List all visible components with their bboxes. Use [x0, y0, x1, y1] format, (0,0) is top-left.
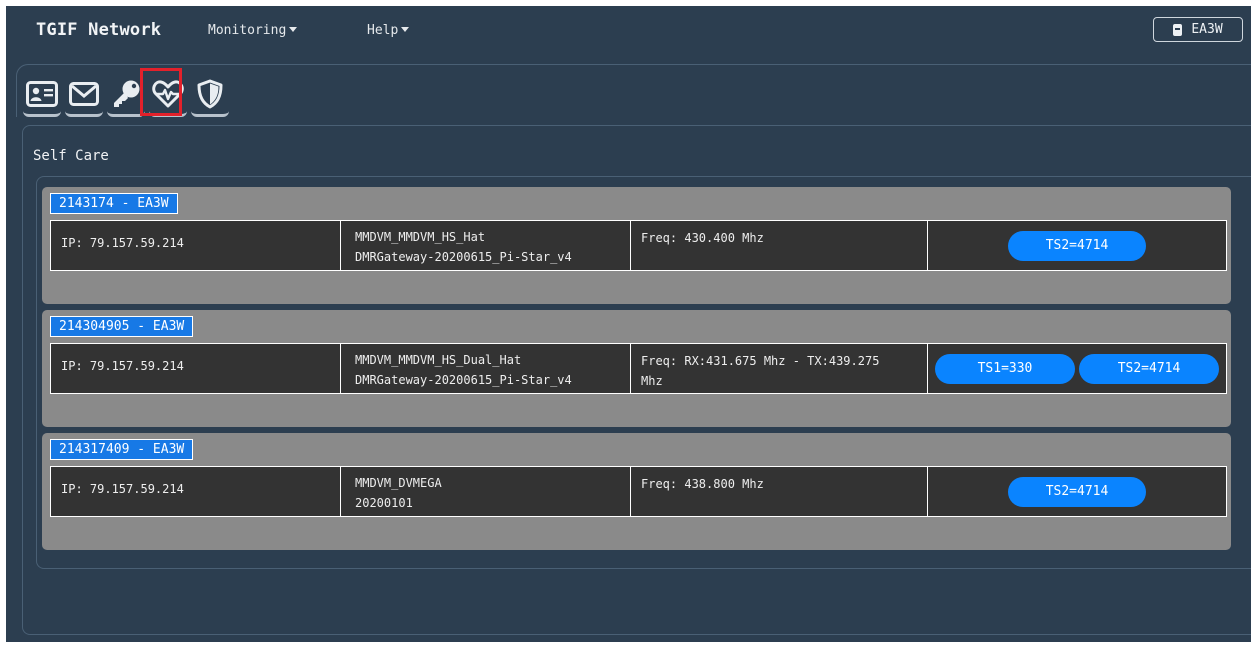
- hotspot-model-cell: MMDVM_MMDVM_HS_Dual_Hat DMRGateway-20200…: [341, 344, 631, 393]
- envelope-icon: [69, 81, 99, 106]
- hotspot-frequency: Freq: 430.400 Mhz: [641, 231, 764, 245]
- tab-self-care[interactable]: [149, 73, 187, 117]
- tab-security[interactable]: [191, 73, 229, 117]
- tab-keys[interactable]: [107, 73, 145, 117]
- hotspot-talkgroups-cell: TS2=4714: [928, 221, 1226, 270]
- user-badge-icon: [1173, 23, 1183, 36]
- brand-title[interactable]: TGIF Network: [36, 20, 161, 40]
- hotspot-firmware: DMRGateway-20200615_Pi-Star_v4: [355, 373, 572, 387]
- talkgroup-button[interactable]: TS2=4714: [1079, 353, 1219, 384]
- menu-help-label: Help: [367, 23, 399, 38]
- tab-messages[interactable]: [65, 73, 103, 117]
- section-title: Self Care: [33, 148, 109, 164]
- hotspot-ip: IP: 79.157.59.214: [51, 467, 341, 516]
- shield-icon: [197, 79, 223, 108]
- user-callsign: EA3W: [1191, 22, 1223, 37]
- id-card-icon: [26, 80, 58, 107]
- hotspot-frequency: Freq: RX:431.675 Mhz - TX:439.275: [641, 354, 880, 368]
- menu-monitoring[interactable]: Monitoring: [208, 23, 298, 38]
- menu-monitoring-label: Monitoring: [208, 23, 287, 38]
- hotspot-id-tag[interactable]: 2143174 - EA3W: [50, 193, 178, 214]
- hotspot-model-cell: MMDVM_DVMEGA 20200101: [341, 467, 631, 516]
- hotspot-frequency: Freq: 438.800 Mhz: [641, 477, 764, 491]
- talkgroup-button[interactable]: TS2=4714: [1008, 476, 1146, 507]
- chevron-down-icon: [289, 27, 298, 32]
- hotspot-id-tag[interactable]: 214317409 - EA3W: [50, 439, 194, 460]
- app-window: TGIF Network Monitoring Help EA3W Self C…: [6, 6, 1251, 642]
- hotspot-model: MMDVM_MMDVM_HS_Hat: [355, 230, 486, 244]
- hotspot-talkgroups-cell: TS2=4714: [928, 467, 1226, 516]
- hotspot-id-tag[interactable]: 214304905 - EA3W: [50, 316, 194, 337]
- talkgroup-button[interactable]: TS1=330: [935, 353, 1075, 384]
- hotspot-firmware: DMRGateway-20200615_Pi-Star_v4: [355, 250, 572, 264]
- hotspot-model: MMDVM_MMDVM_HS_Dual_Hat: [355, 353, 522, 367]
- hotspot-freq-cell: Freq: 438.800 Mhz: [631, 467, 928, 516]
- tab-icon-bar: [16, 64, 1251, 117]
- hotspot-model-cell: MMDVM_MMDVM_HS_Hat DMRGateway-20200615_P…: [341, 221, 631, 270]
- hotspot-firmware: 20200101: [355, 496, 413, 510]
- navbar: TGIF Network Monitoring Help EA3W: [6, 6, 1251, 56]
- key-icon: [114, 80, 140, 107]
- hotspot-freq-cell: Freq: RX:431.675 Mhz - TX:439.275 Mhz: [631, 344, 928, 393]
- menu-help[interactable]: Help: [367, 23, 410, 38]
- hotspot-frequency-cont: Mhz: [641, 374, 663, 388]
- hotspot-ip: IP: 79.157.59.214: [51, 221, 341, 270]
- hotspot-card: 214317409 - EA3W IP: 79.157.59.214 MMDVM…: [42, 433, 1231, 550]
- hotspot-model: MMDVM_DVMEGA: [355, 476, 442, 490]
- hotspot-info-row: IP: 79.157.59.214 MMDVM_MMDVM_HS_Hat DMR…: [50, 220, 1227, 271]
- user-account-button[interactable]: EA3W: [1153, 17, 1243, 42]
- hotspot-info-row: IP: 79.157.59.214 MMDVM_DVMEGA 20200101 …: [50, 466, 1227, 517]
- hotspot-ip: IP: 79.157.59.214: [51, 344, 341, 393]
- hotspot-card: 2143174 - EA3W IP: 79.157.59.214 MMDVM_M…: [42, 187, 1231, 304]
- hotspot-info-row: IP: 79.157.59.214 MMDVM_MMDVM_HS_Dual_Ha…: [50, 343, 1227, 394]
- hotspot-talkgroups-cell: TS1=330 TS2=4714: [928, 344, 1226, 393]
- hotspot-freq-cell: Freq: 430.400 Mhz: [631, 221, 928, 270]
- tab-profile[interactable]: [23, 73, 61, 117]
- talkgroup-button[interactable]: TS2=4714: [1008, 230, 1146, 261]
- heartbeat-icon: [152, 79, 184, 107]
- hotspot-card: 214304905 - EA3W IP: 79.157.59.214 MMDVM…: [42, 310, 1231, 427]
- chevron-down-icon: [401, 27, 410, 32]
